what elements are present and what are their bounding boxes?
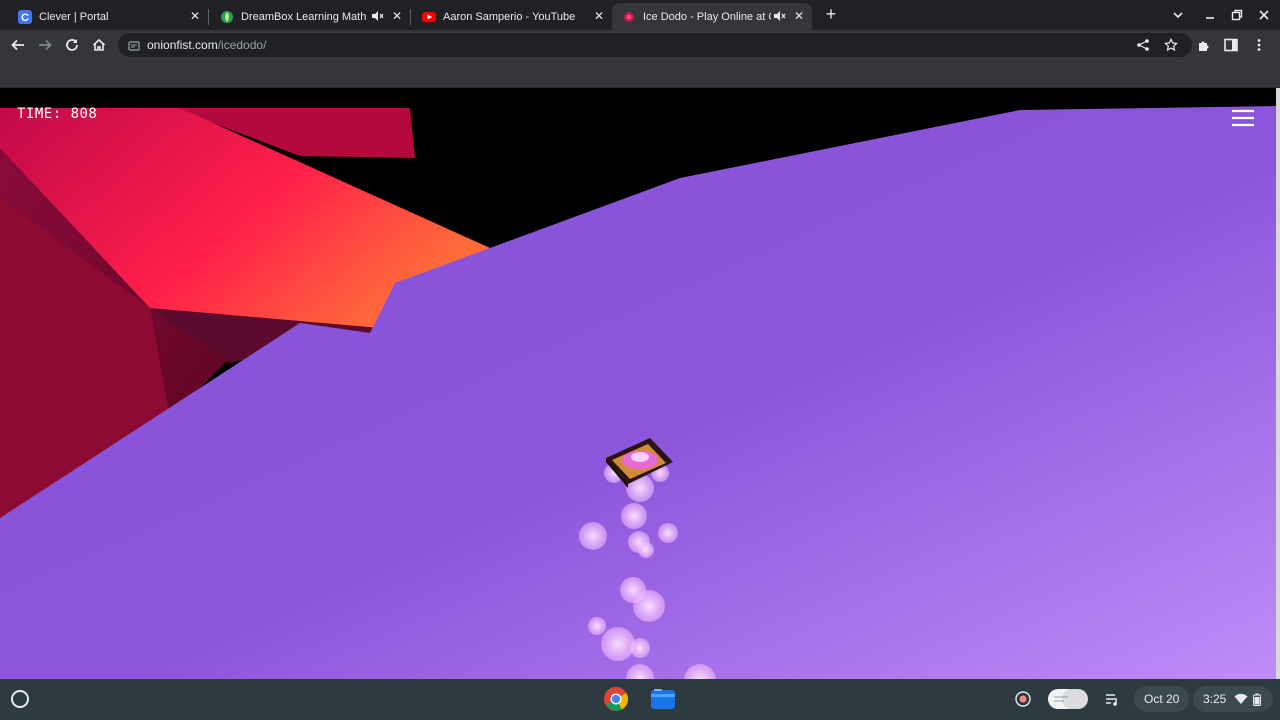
url-path: /icedodo/ [217, 38, 267, 52]
tab-search-icon[interactable] [1168, 5, 1188, 25]
extensions-icon[interactable] [1194, 35, 1214, 55]
holding-space-thumbnail[interactable] [1047, 688, 1089, 710]
address-bar[interactable]: onionfist.com/icedodo/ [118, 33, 1192, 57]
timer-text: TIME: 808 [17, 106, 98, 122]
os-shelf: Oct 20 3:25 [0, 679, 1280, 720]
new-tab-button[interactable]: + [822, 5, 840, 24]
game-scene [0, 88, 1276, 679]
tab-clever[interactable]: C Clever | Portal ✕ [8, 3, 208, 30]
youtube-icon [422, 10, 436, 24]
dreambox-icon [220, 10, 234, 24]
playlist-icon[interactable] [1101, 688, 1123, 710]
clever-icon: C [18, 9, 32, 24]
close-icon[interactable]: ✕ [390, 9, 404, 23]
more-menu-icon[interactable] [1249, 35, 1269, 55]
tab-icedodo[interactable]: Ice Dodo - Play Online at On ✕ [612, 3, 812, 30]
screen: C Clever | Portal ✕ DreamBox Learning Ma… [0, 0, 1280, 720]
minimize-icon[interactable] [1200, 5, 1220, 25]
hamburger-menu-icon[interactable] [1232, 108, 1254, 128]
close-icon[interactable]: ✕ [188, 9, 202, 23]
files-icon[interactable] [650, 686, 676, 712]
url-text: onionfist.com/icedodo/ [147, 38, 266, 52]
close-icon[interactable]: ✕ [592, 9, 606, 23]
date-pill[interactable]: Oct 20 [1134, 686, 1190, 712]
bookmark-star-icon[interactable] [1162, 36, 1180, 54]
restore-icon[interactable] [1227, 5, 1247, 25]
forward-icon[interactable] [35, 35, 55, 55]
chrome-icon[interactable] [603, 686, 629, 712]
tab-separator [410, 9, 411, 25]
speaker-muted-icon[interactable] [370, 9, 384, 23]
tab-youtube[interactable]: Aaron Samperio - YouTube ✕ [412, 3, 612, 30]
date-text: Oct 20 [1144, 692, 1180, 706]
tab-strip: C Clever | Portal ✕ DreamBox Learning Ma… [0, 0, 1280, 30]
bookmark-bar [0, 59, 1280, 88]
speaker-muted-icon[interactable] [772, 9, 786, 23]
tab-title: Ice Dodo - Play Online at On [643, 10, 771, 23]
game-canvas[interactable]: TIME: 808 [0, 88, 1276, 679]
page-scrollbar[interactable] [1276, 88, 1280, 679]
url-domain: onionfist.com [147, 38, 218, 52]
battery-icon [1253, 693, 1262, 706]
site-info-icon[interactable] [128, 39, 140, 51]
share-icon[interactable] [1134, 36, 1152, 54]
close-icon[interactable]: ✕ [792, 9, 806, 23]
screen-record-icon[interactable] [1012, 688, 1034, 710]
tab-title: DreamBox Learning Math [241, 10, 367, 23]
home-icon[interactable] [89, 35, 109, 55]
tab-dreambox[interactable]: DreamBox Learning Math ✕ [210, 3, 410, 30]
back-icon[interactable] [8, 35, 28, 55]
icedodo-icon [622, 10, 636, 24]
launcher-icon[interactable] [11, 690, 29, 708]
reload-icon[interactable] [62, 35, 82, 55]
clock-text: 3:25 [1203, 692, 1227, 706]
svg-text:C: C [21, 12, 29, 24]
wifi-icon [1234, 693, 1248, 705]
toolbar: onionfist.com/icedodo/ [0, 30, 1280, 59]
tab-title: Clever | Portal [39, 10, 109, 23]
close-window-icon[interactable] [1254, 5, 1274, 25]
status-tray[interactable]: 3:25 [1193, 686, 1273, 712]
side-panel-icon[interactable] [1221, 35, 1241, 55]
tab-separator [208, 9, 209, 25]
tab-title: Aaron Samperio - YouTube [443, 10, 576, 23]
